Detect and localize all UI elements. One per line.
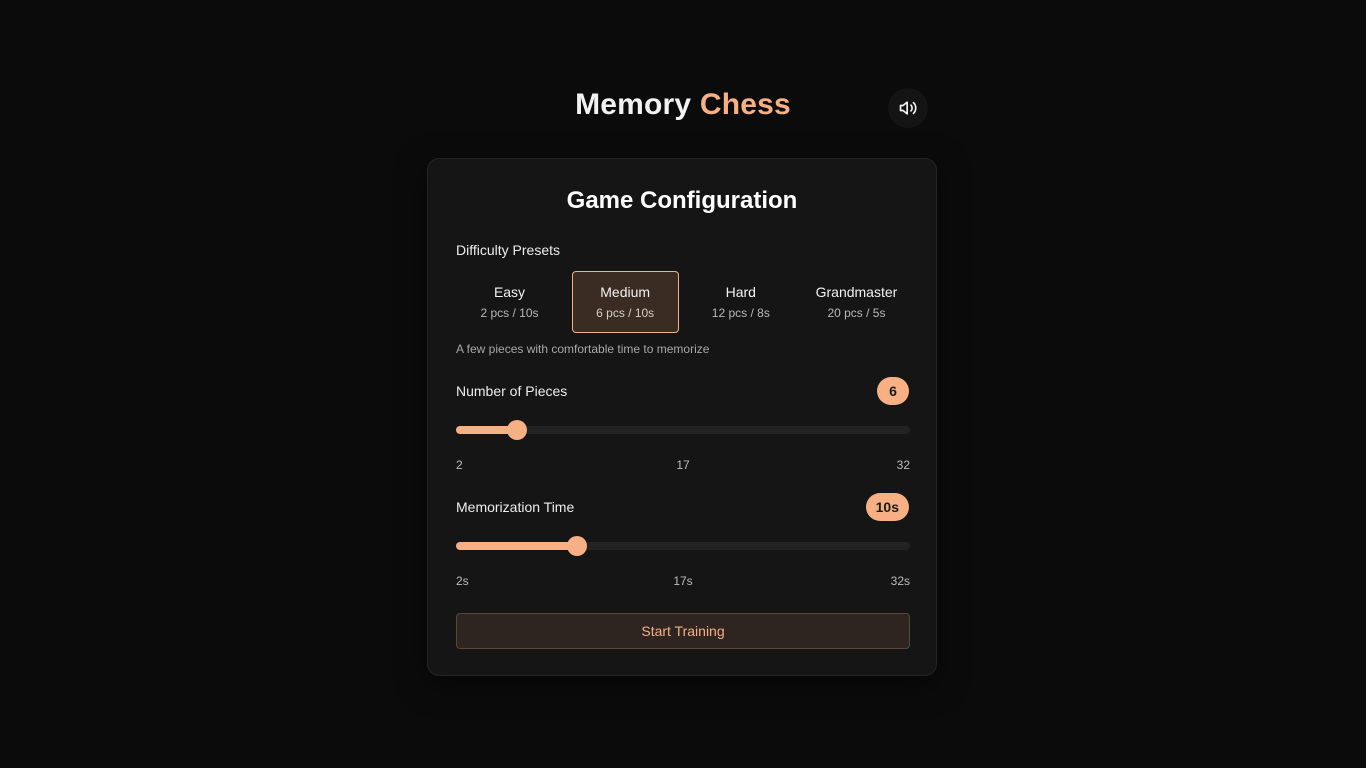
slider-thumb[interactable]: [506, 420, 527, 440]
tick-max: 32s: [890, 574, 910, 588]
preset-detail: 6 pcs / 10s: [596, 306, 655, 320]
preset-detail: 12 pcs / 8s: [711, 306, 770, 320]
preset-name: Medium: [600, 284, 651, 300]
preset-name: Hard: [725, 284, 756, 300]
preset-name: Grandmaster: [815, 284, 898, 300]
pieces-ticks: 2 17 32: [456, 458, 910, 474]
tick-max: 32: [896, 458, 910, 472]
preset-detail: 20 pcs / 5s: [827, 306, 886, 320]
game-configuration-card: Game Configuration Difficulty Presets Ea…: [427, 158, 937, 676]
start-training-button[interactable]: Start Training: [456, 613, 910, 649]
time-value-badge: 10s: [865, 493, 909, 521]
tick-mid: 17: [676, 458, 690, 472]
slider-fill: [456, 542, 578, 550]
preset-easy-button[interactable]: Easy 2 pcs / 10s: [456, 271, 563, 333]
header: Memory Chess: [0, 84, 1366, 132]
preset-detail: 2 pcs / 10s: [480, 306, 539, 320]
tick-mid: 17s: [673, 574, 693, 588]
card-title: Game Configuration: [566, 187, 798, 214]
time-ticks: 2s 17s 32s: [456, 574, 910, 590]
tick-min: 2: [456, 458, 463, 472]
pieces-slider[interactable]: [456, 420, 910, 440]
preset-description: A few pieces with comfortable time to me…: [456, 342, 710, 356]
time-slider[interactable]: [456, 536, 910, 556]
app-title-main: Memory: [575, 88, 692, 121]
preset-grandmaster-button[interactable]: Grandmaster 20 pcs / 5s: [803, 271, 910, 333]
sound-toggle-button[interactable]: [888, 88, 928, 128]
pieces-value-badge: 6: [877, 377, 909, 405]
pieces-label: Number of Pieces: [456, 383, 568, 399]
tick-min: 2s: [456, 574, 469, 588]
slider-thumb[interactable]: [567, 536, 588, 556]
app-title: Memory Chess: [0, 88, 1366, 122]
preset-medium-button[interactable]: Medium 6 pcs / 10s: [571, 271, 679, 333]
preset-hard-button[interactable]: Hard 12 pcs / 8s: [687, 271, 794, 333]
preset-name: Easy: [493, 284, 526, 300]
time-label: Memorization Time: [456, 499, 575, 515]
difficulty-presets: Easy 2 pcs / 10s Medium 6 pcs / 10s Hard…: [456, 271, 910, 333]
app-title-accent: Chess: [699, 88, 791, 121]
speaker-volume-icon: [899, 101, 917, 115]
difficulty-presets-label: Difficulty Presets: [456, 242, 560, 258]
